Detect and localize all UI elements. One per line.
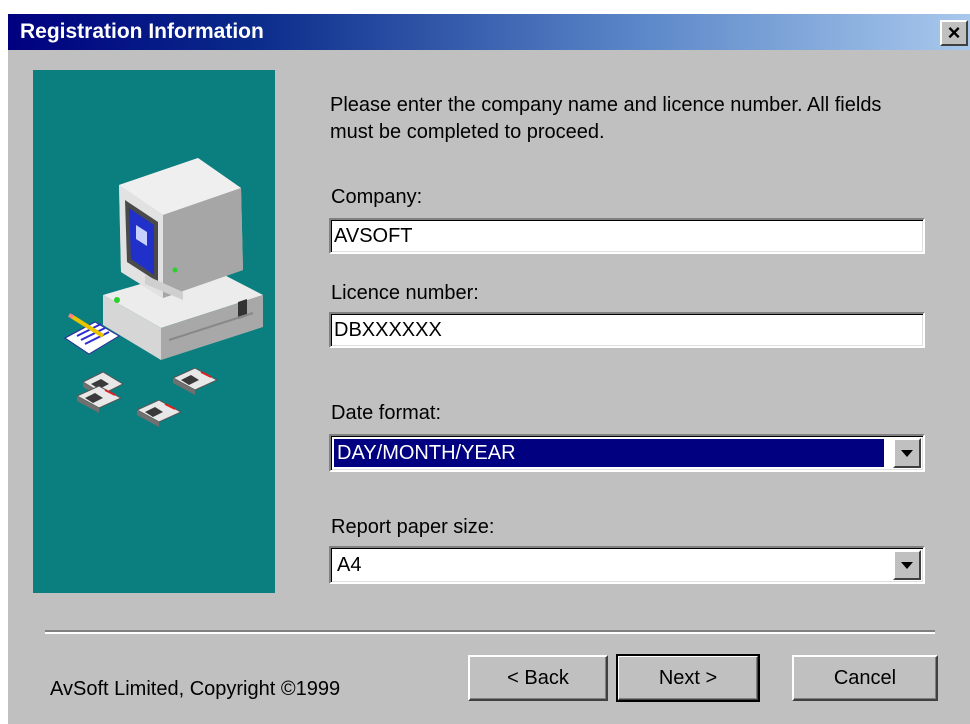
illustration-panel: [33, 70, 275, 593]
date-format-dropdown-button[interactable]: [893, 438, 921, 468]
paper-size-select[interactable]: A4: [329, 546, 925, 584]
licence-number-input[interactable]: DBXXXXXX: [329, 312, 925, 348]
paper-size-dropdown-button[interactable]: [893, 550, 921, 580]
licence-number-input-value: DBXXXXXX: [334, 318, 442, 341]
paper-size-label: Report paper size:: [331, 516, 495, 538]
title-bar: Registration Information: [8, 14, 970, 50]
paper-size-selected-value: A4: [337, 553, 362, 576]
footer-separator: [45, 630, 935, 634]
company-input[interactable]: AVSOFT: [329, 218, 925, 254]
computer-illustration: [64, 158, 263, 427]
window-title: Registration Information: [20, 20, 264, 43]
company-label: Company:: [331, 186, 423, 208]
close-icon: ×: [947, 20, 961, 45]
dropdown-arrow-icon: [901, 449, 913, 457]
close-button[interactable]: ×: [940, 20, 968, 46]
licence-number-label: Licence number:: [331, 282, 479, 304]
date-format-label: Date format:: [331, 402, 442, 424]
date-format-selected-value: DAY/MONTH/YEAR: [334, 439, 884, 467]
company-input-value: AVSOFT: [334, 224, 413, 247]
registration-dialog: Registration Information × Please enter …: [8, 14, 970, 724]
dropdown-arrow-icon: [901, 561, 913, 569]
date-format-select[interactable]: DAY/MONTH/YEAR: [329, 434, 925, 472]
intro-text: Please enter the company name and licenc…: [330, 94, 882, 143]
cancel-button[interactable]: Cancel: [792, 655, 938, 701]
back-button[interactable]: < Back: [468, 655, 608, 701]
copyright-text: AvSoft Limited, Copyright ©1999: [50, 678, 341, 700]
next-button[interactable]: Next >: [616, 654, 760, 702]
